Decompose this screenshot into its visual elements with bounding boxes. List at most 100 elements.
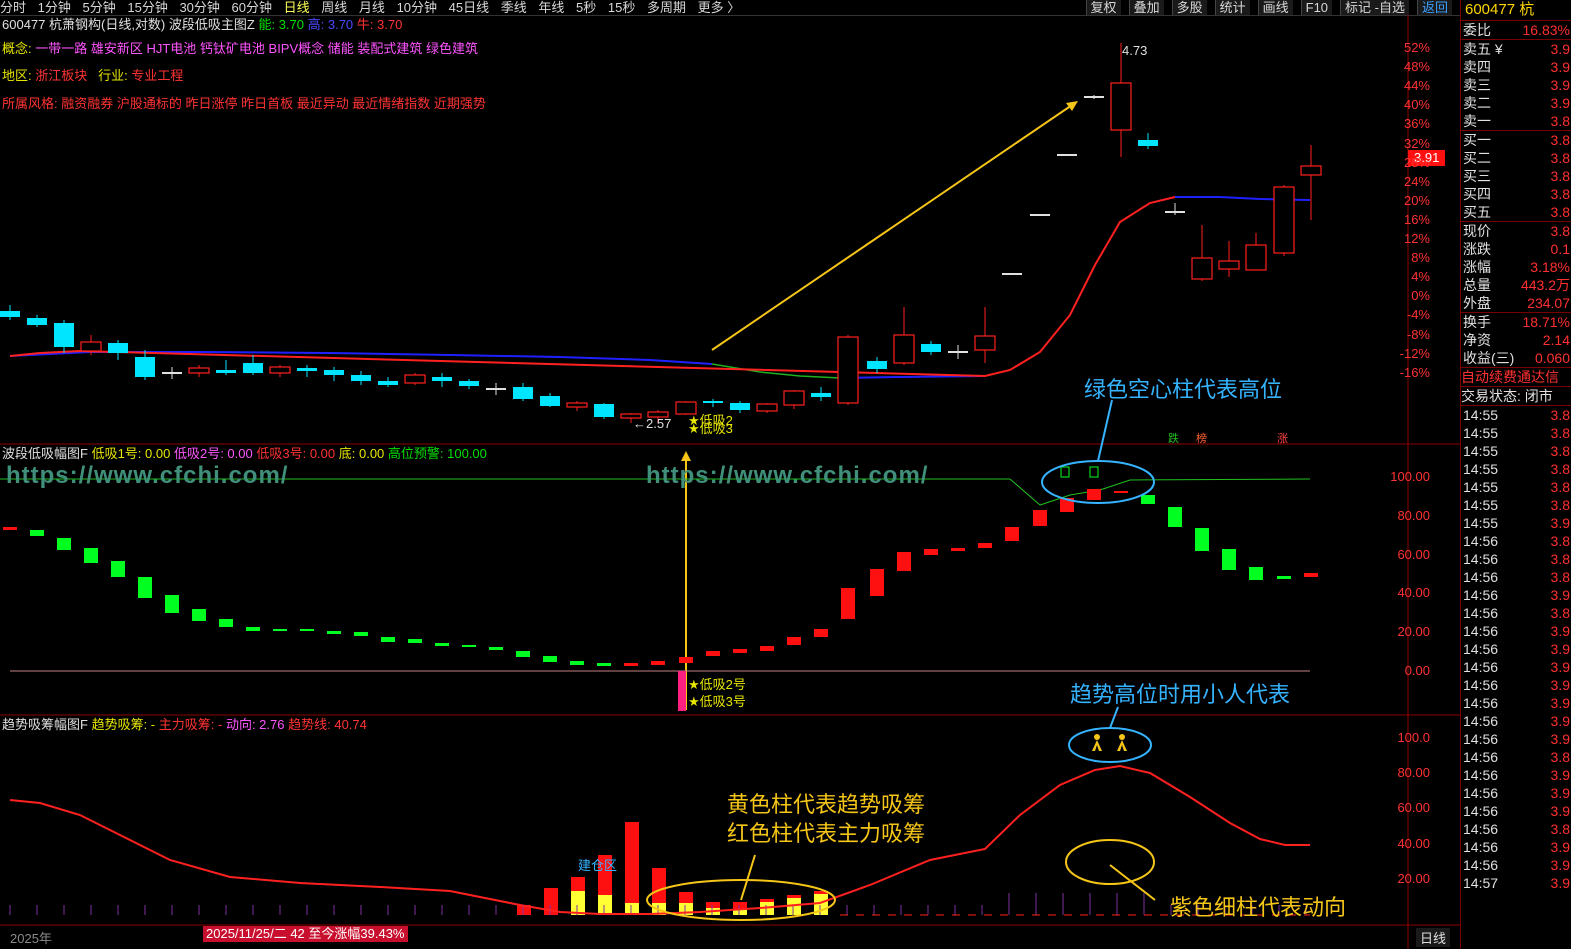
period-tab[interactable]: 45日线 bbox=[449, 0, 489, 15]
amplitude-bar bbox=[1222, 549, 1236, 570]
amplitude-bar bbox=[924, 549, 938, 555]
style-list: 融资融券 沪股通标的 昨日涨停 昨日首板 最近异动 最近情绪指数 近期强势 bbox=[61, 96, 486, 111]
low2-value: 低吸2号: 0.00 bbox=[173, 446, 253, 461]
quote-row: 买四 3.8 bbox=[1461, 185, 1571, 203]
candle-down bbox=[324, 370, 344, 375]
period-tab[interactable]: 60分钟 bbox=[232, 0, 272, 15]
f10-button[interactable]: F10 bbox=[1300, 0, 1333, 15]
panel2-title[interactable]: 波段低吸幅图F bbox=[2, 446, 88, 461]
amplitude-bar bbox=[570, 661, 584, 665]
y-tick-label: 36% bbox=[1403, 116, 1430, 132]
quote-row: 买一 3.8 bbox=[1461, 131, 1571, 149]
amplitude-bar bbox=[219, 619, 233, 627]
stats-button[interactable]: 统计 bbox=[1214, 0, 1250, 15]
weibi-row: 委比 16.83% bbox=[1461, 20, 1571, 39]
period-tab-daily[interactable]: 日线 bbox=[284, 0, 310, 15]
quote-row-label: 买二 bbox=[1463, 150, 1491, 166]
period-tab[interactable]: 15秒 bbox=[608, 0, 635, 15]
annotation-pointer bbox=[1097, 399, 1113, 462]
watermark: https://www.cfchi.com/ bbox=[646, 462, 929, 489]
quote-row-label: 卖四 bbox=[1463, 59, 1491, 75]
amplitude-bar bbox=[435, 643, 449, 646]
quote-row-label: 卖五 ¥ bbox=[1463, 41, 1503, 57]
back-button[interactable]: 返回 bbox=[1416, 0, 1452, 15]
quote-row-label: 买五 bbox=[1463, 204, 1491, 220]
trendline-value: 趋势线: 40.74 bbox=[288, 717, 367, 732]
quote-row-label: 14:56 bbox=[1463, 569, 1499, 585]
y-tick-label: 8% bbox=[1411, 250, 1430, 266]
quote-row-value: 0.060 bbox=[1534, 350, 1570, 366]
overlay-button[interactable]: 叠加 bbox=[1128, 0, 1164, 15]
amplitude-bar bbox=[381, 637, 395, 642]
tick-list: 14:55 3.8 14:55 3.8 14:55 3.8 14:55 3.8 14:55 3.8… bbox=[1461, 405, 1571, 892]
y-tick-label: 60.00 bbox=[1397, 800, 1430, 816]
quote-row-value: 3.8 bbox=[1550, 551, 1570, 567]
amplitude-bar bbox=[3, 527, 17, 530]
period-tab[interactable]: 月线 bbox=[359, 0, 385, 15]
period-tab[interactable]: 30分钟 bbox=[179, 0, 219, 15]
period-tab[interactable]: 15分钟 bbox=[127, 0, 167, 15]
quote-row: 买五 3.8 bbox=[1461, 203, 1571, 221]
candle-down bbox=[108, 343, 128, 353]
quote-row-label: 买四 bbox=[1463, 186, 1491, 202]
panel2-header: 波段低吸幅图F 低吸1号: 0.00 低吸2号: 0.00 低吸3号: 0.00… bbox=[2, 446, 487, 461]
quote-row-label: 14:55 bbox=[1463, 443, 1499, 459]
figure-ellipse bbox=[1068, 727, 1152, 763]
candle-down bbox=[378, 381, 398, 385]
period-tab[interactable]: 1分钟 bbox=[38, 0, 71, 15]
amplitude-bar bbox=[327, 631, 341, 634]
quote-row-value: 2.14 bbox=[1542, 332, 1570, 348]
candle-up bbox=[1300, 165, 1322, 176]
indicator-name[interactable]: 波段低吸主图Z bbox=[169, 17, 255, 32]
amplitude-bar bbox=[897, 552, 911, 571]
quote-row-value: 3.9 bbox=[1550, 713, 1570, 729]
low-signal-bar bbox=[678, 671, 686, 711]
fuquan-button[interactable]: 复权 bbox=[1085, 0, 1121, 15]
quote-row-label: 收益(三) bbox=[1463, 350, 1515, 366]
quote-row: 14:55 3.8 bbox=[1461, 496, 1571, 514]
y-tick-label: -12% bbox=[1399, 345, 1430, 361]
main-accum-bar bbox=[787, 895, 801, 898]
multi-stock-button[interactable]: 多股 bbox=[1171, 0, 1207, 15]
candle-down bbox=[243, 363, 263, 373]
quote-row: 14:56 3.9 bbox=[1461, 766, 1571, 784]
amplitude-bar bbox=[706, 651, 720, 656]
quote-row: 14:56 3.9 bbox=[1461, 676, 1571, 694]
quote-row-label: 14:56 bbox=[1463, 695, 1499, 711]
quote-row-value: 3.9 bbox=[1550, 77, 1570, 93]
period-tab[interactable]: 多周期 bbox=[647, 0, 686, 15]
quote-row: 卖一 3.8 bbox=[1461, 112, 1571, 130]
annotation-yellow-bars: 黄色柱代表趋势吸筹 bbox=[727, 792, 926, 817]
draw-line-button[interactable]: 画线 bbox=[1257, 0, 1293, 15]
quote-row: 14:56 3.9 bbox=[1461, 658, 1571, 676]
quote-row-label: 14:55 bbox=[1463, 425, 1499, 441]
candle-down bbox=[1138, 140, 1158, 146]
quote-row-value: 3.18% bbox=[1530, 259, 1570, 275]
quote-row-value: 3.8 bbox=[1550, 605, 1570, 621]
quote-row-value: 18.71% bbox=[1522, 314, 1570, 330]
candle-up bbox=[1191, 257, 1213, 280]
candle-up bbox=[893, 334, 915, 364]
daily-tab[interactable]: 日线 bbox=[1416, 928, 1451, 947]
renewal-notice[interactable]: 自动续费通达信 bbox=[1461, 367, 1571, 386]
amplitude-bar bbox=[192, 609, 206, 621]
panel3-title[interactable]: 趋势吸筹幅图F bbox=[2, 717, 88, 732]
candle-down bbox=[351, 375, 371, 381]
more-periods-button[interactable]: 更多 〉 bbox=[698, 0, 741, 15]
period-tab[interactable]: 季线 bbox=[501, 0, 527, 15]
concept-row: 概念: 一带一路 雄安新区 HJT电池 钙钛矿电池 BIPV概念 储能 装配式建… bbox=[2, 41, 478, 56]
amplitude-bar bbox=[543, 656, 557, 662]
candle-up bbox=[783, 390, 805, 406]
direction-value: 动向: 2.76 bbox=[225, 717, 285, 732]
period-tab[interactable]: 5秒 bbox=[576, 0, 596, 15]
period-tab[interactable]: 10分钟 bbox=[397, 0, 437, 15]
period-tab[interactable]: 分时 bbox=[0, 0, 26, 15]
period-tab[interactable]: 年线 bbox=[538, 0, 564, 15]
period-tab[interactable]: 5分钟 bbox=[83, 0, 116, 15]
person-icon bbox=[1092, 734, 1127, 751]
right-tools: 复权 叠加 多股 统计 画线 F10 标记 -自选 返回 bbox=[1085, 0, 1460, 15]
amplitude-bar bbox=[870, 569, 884, 596]
period-tab[interactable]: 周线 bbox=[321, 0, 347, 15]
candle-up bbox=[1245, 244, 1267, 271]
mark-button[interactable]: 标记 -自选 bbox=[1340, 0, 1409, 15]
